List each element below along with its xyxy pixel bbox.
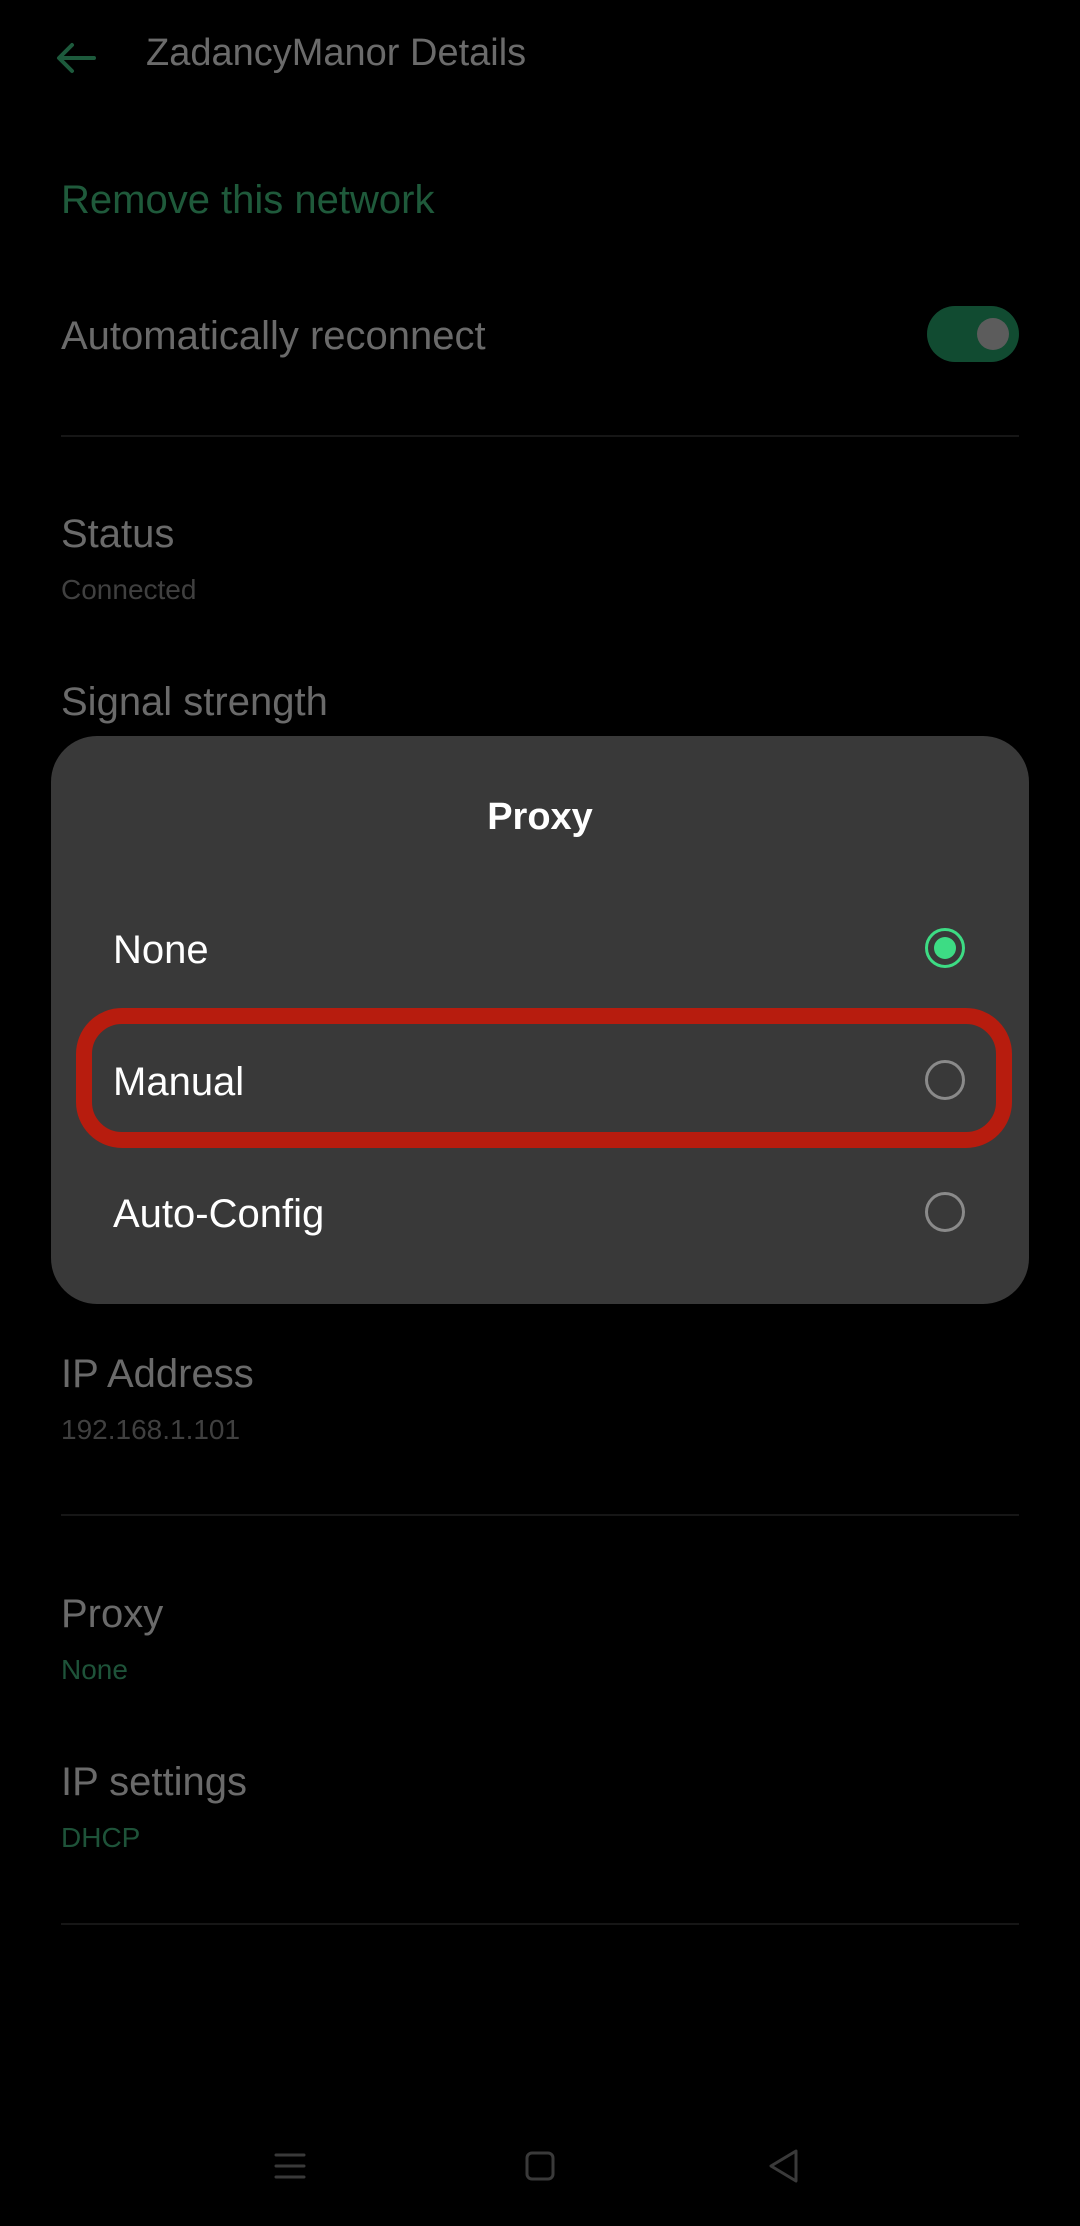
home-button[interactable] — [512, 2138, 568, 2194]
proxy-option-none[interactable]: None — [51, 884, 1029, 1016]
recents-button[interactable] — [262, 2138, 318, 2194]
dialog-title: Proxy — [487, 796, 593, 838]
proxy-setting-value: None — [61, 1654, 128, 1685]
back-nav-button[interactable] — [756, 2138, 812, 2194]
system-nav-bar — [0, 2120, 1080, 2226]
app-bar: ZadancyManor Details — [0, 0, 1080, 118]
toggle-knob — [977, 318, 1009, 350]
arrow-left-icon — [57, 43, 96, 73]
page-title: ZadancyManor Details — [146, 32, 527, 74]
wifi-network-details-screen: ZadancyManor Details Remove this network… — [0, 0, 1080, 2226]
proxy-option-auto-config[interactable]: Auto-Config — [51, 1148, 1029, 1280]
radio-unchecked-icon[interactable] — [925, 1060, 965, 1100]
back-triangle-icon — [769, 2149, 798, 2183]
status-value: Connected — [61, 574, 197, 605]
option-label: None — [113, 928, 209, 972]
status-label: Status — [61, 512, 175, 556]
back-button[interactable] — [52, 34, 100, 82]
proxy-dialog: Proxy None Manual Auto-Config — [51, 736, 1029, 1304]
ip-settings-label[interactable]: IP settings — [61, 1760, 247, 1805]
proxy-option-manual[interactable]: Manual — [51, 1016, 1029, 1148]
divider — [61, 435, 1019, 437]
divider — [61, 1514, 1019, 1516]
option-label: Manual — [113, 1060, 245, 1104]
option-label: Auto-Config — [113, 1192, 325, 1236]
divider — [61, 1923, 1019, 1925]
radio-checked-icon[interactable] — [925, 928, 965, 968]
ip-address-label: IP Address — [61, 1352, 254, 1396]
auto-reconnect-label: Automatically reconnect — [61, 314, 486, 358]
home-square-icon — [525, 2151, 555, 2181]
ip-settings-value: DHCP — [61, 1822, 141, 1853]
remove-network-link[interactable]: Remove this network — [61, 178, 434, 223]
proxy-setting-label[interactable]: Proxy — [61, 1592, 163, 1637]
radio-dot — [934, 937, 956, 959]
ip-address-value: 192.168.1.101 — [61, 1414, 241, 1445]
signal-strength-label: Signal strength — [61, 680, 328, 724]
auto-reconnect-toggle[interactable] — [927, 306, 1019, 362]
radio-unchecked-icon[interactable] — [925, 1192, 965, 1232]
menu-icon — [274, 2153, 306, 2179]
